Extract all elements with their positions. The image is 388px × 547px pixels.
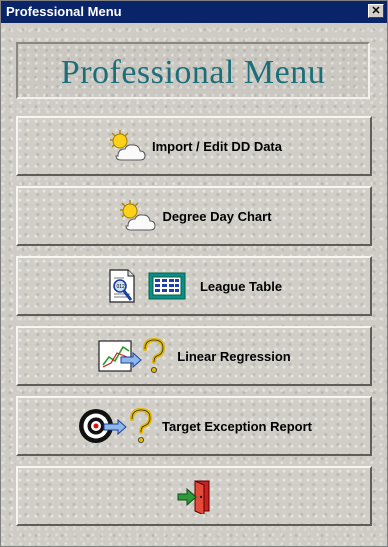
page-title: Professional Menu bbox=[60, 54, 326, 91]
chart-question-icon bbox=[97, 337, 167, 375]
svg-text:012: 012 bbox=[116, 284, 125, 290]
degree-day-chart-button[interactable]: Degree Day Chart bbox=[16, 186, 372, 246]
exit-door-icon bbox=[176, 478, 212, 514]
import-edit-dd-data-button[interactable]: Import / Edit DD Data bbox=[16, 116, 372, 176]
report-magnifier-icon: 012 bbox=[106, 268, 140, 304]
degree-day-chart-label: Degree Day Chart bbox=[162, 208, 272, 224]
import-edit-dd-data-label: Import / Edit DD Data bbox=[151, 138, 282, 154]
target-exception-report-button[interactable]: Target Exception Report bbox=[16, 396, 372, 456]
sun-cloud-icon bbox=[116, 198, 156, 234]
target-exception-report-label: Target Exception Report bbox=[161, 418, 312, 434]
close-button[interactable]: ✕ bbox=[368, 4, 384, 18]
league-table-label: League Table bbox=[199, 278, 283, 294]
header-panel: Professional Menu bbox=[16, 42, 370, 99]
target-question-icon bbox=[76, 406, 156, 446]
title-bar[interactable]: Professional Menu ✕ bbox=[1, 1, 387, 23]
professional-menu-window: Professional Menu ✕ Professional Menu Im… bbox=[0, 0, 388, 547]
linear-regression-button[interactable]: Linear Regression bbox=[16, 326, 372, 386]
sun-cloud-icon bbox=[106, 128, 146, 164]
league-table-button[interactable]: 012 League Table bbox=[16, 256, 372, 316]
window-title: Professional Menu bbox=[6, 4, 122, 19]
linear-regression-label: Linear Regression bbox=[177, 348, 291, 364]
table-calculator-icon bbox=[148, 272, 186, 300]
exit-button[interactable] bbox=[16, 466, 372, 526]
close-icon: ✕ bbox=[371, 5, 381, 17]
